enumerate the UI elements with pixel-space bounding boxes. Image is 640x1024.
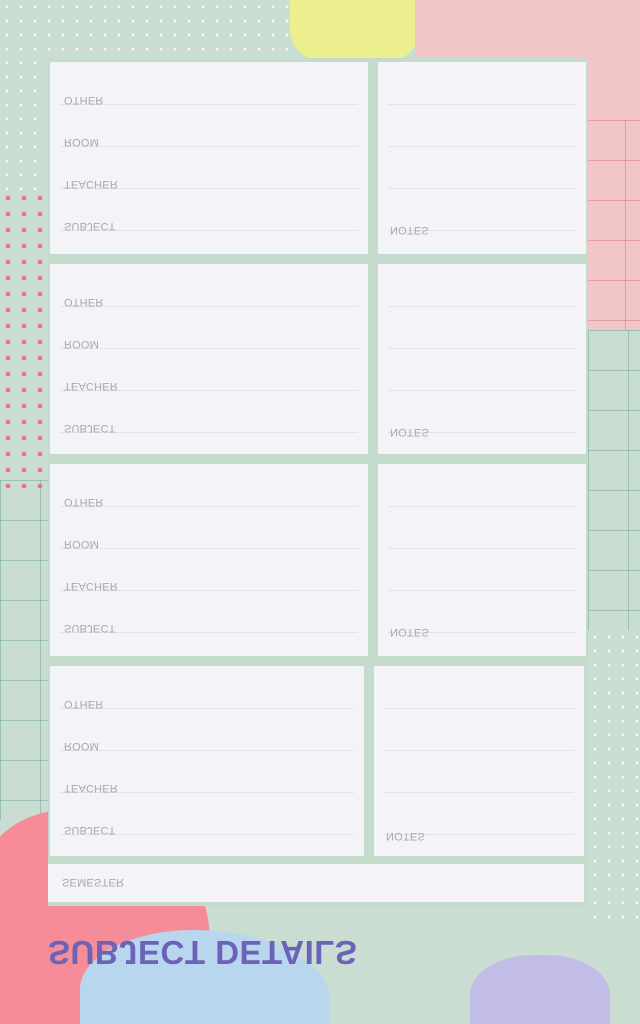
- field-label-room: ROOM: [64, 538, 100, 550]
- subject-block-4: OTHER ROOM TEACHER SUBJECT: [50, 666, 364, 856]
- field-label-room: ROOM: [64, 338, 100, 350]
- subject-block-2: OTHER ROOM TEACHER SUBJECT: [50, 264, 368, 454]
- field-label-other: OTHER: [64, 496, 104, 508]
- field-label-room: ROOM: [64, 740, 100, 752]
- notes-block-3: NOTES: [378, 464, 586, 656]
- notes-label: NOTES: [386, 830, 425, 842]
- page-title: SUBJECT DETAILS: [48, 934, 358, 971]
- notes-block-2: NOTES: [378, 264, 586, 454]
- notes-label: NOTES: [390, 626, 429, 638]
- field-label-teacher: TEACHER: [64, 380, 118, 392]
- notes-label: NOTES: [390, 224, 429, 236]
- field-label-subject: SUBJECT: [64, 220, 116, 232]
- yellow-blob: [290, 0, 420, 60]
- green-grid-left: [0, 480, 48, 820]
- notes-block-4: NOTES: [374, 666, 584, 856]
- subject-block-1: OTHER ROOM TEACHER SUBJECT: [50, 62, 368, 254]
- subject-details-sheet: OTHER ROOM TEACHER SUBJECT NOTES OTHER R…: [48, 58, 588, 906]
- field-label-teacher: TEACHER: [64, 580, 118, 592]
- field-label-teacher: TEACHER: [64, 782, 118, 794]
- field-label-other: OTHER: [64, 698, 104, 710]
- semester-label: SEMESTER: [62, 876, 125, 888]
- pink-grid-top-right: [585, 120, 640, 330]
- dot-pattern-right: [588, 630, 640, 920]
- lavender-blob: [470, 955, 610, 1024]
- notes-label: NOTES: [390, 426, 429, 438]
- notes-block-1: NOTES: [378, 62, 586, 254]
- green-grid-right: [588, 330, 640, 630]
- field-label-subject: SUBJECT: [64, 824, 116, 836]
- field-label-other: OTHER: [64, 94, 104, 106]
- semester-field: SEMESTER: [48, 864, 584, 902]
- pink-dot-pattern-left: [0, 190, 48, 500]
- field-label-subject: SUBJECT: [64, 622, 116, 634]
- field-label-subject: SUBJECT: [64, 422, 116, 434]
- field-label-other: OTHER: [64, 296, 104, 308]
- subject-block-3: OTHER ROOM TEACHER SUBJECT: [50, 464, 368, 656]
- field-label-room: ROOM: [64, 136, 100, 148]
- field-label-teacher: TEACHER: [64, 178, 118, 190]
